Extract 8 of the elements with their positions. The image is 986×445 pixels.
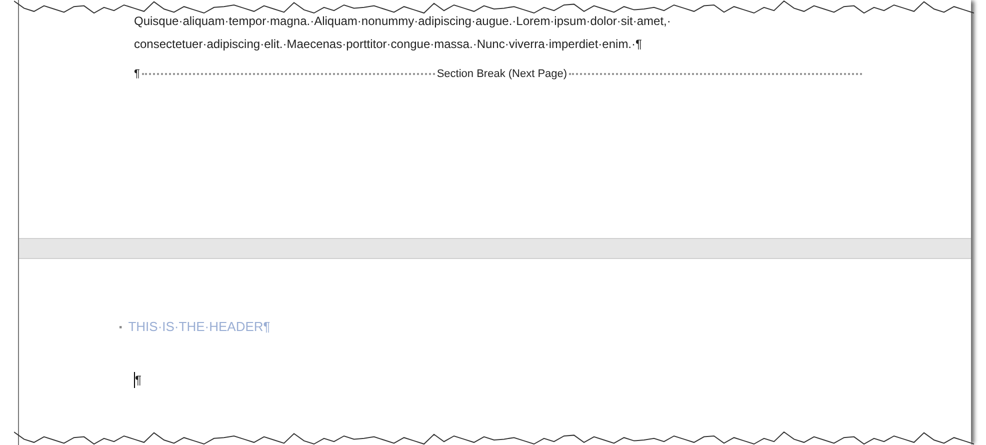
section-break-label: Section Break (Next Page) <box>436 68 568 80</box>
body-text-line: Quisque·aliquam·tempor·magna.·Aliquam·nonummy·adipiscing·augue.·Lorem·ipsum·dolor·sit·amet,· <box>134 13 672 30</box>
text-cursor <box>134 372 135 388</box>
header-text: THIS·IS·THE·HEADER¶ <box>128 319 270 334</box>
paragraph-mark-bullet: ▪ <box>119 322 122 332</box>
pilcrow-mark: ¶ <box>135 373 142 387</box>
body-text-line: consectetuer·adipiscing·elit.·Maecenas·porttitor·congue·massa.·Nunc·viverra·imperdiet·enim.·¶ <box>134 36 643 53</box>
pilcrow-mark: ¶ <box>134 68 140 80</box>
